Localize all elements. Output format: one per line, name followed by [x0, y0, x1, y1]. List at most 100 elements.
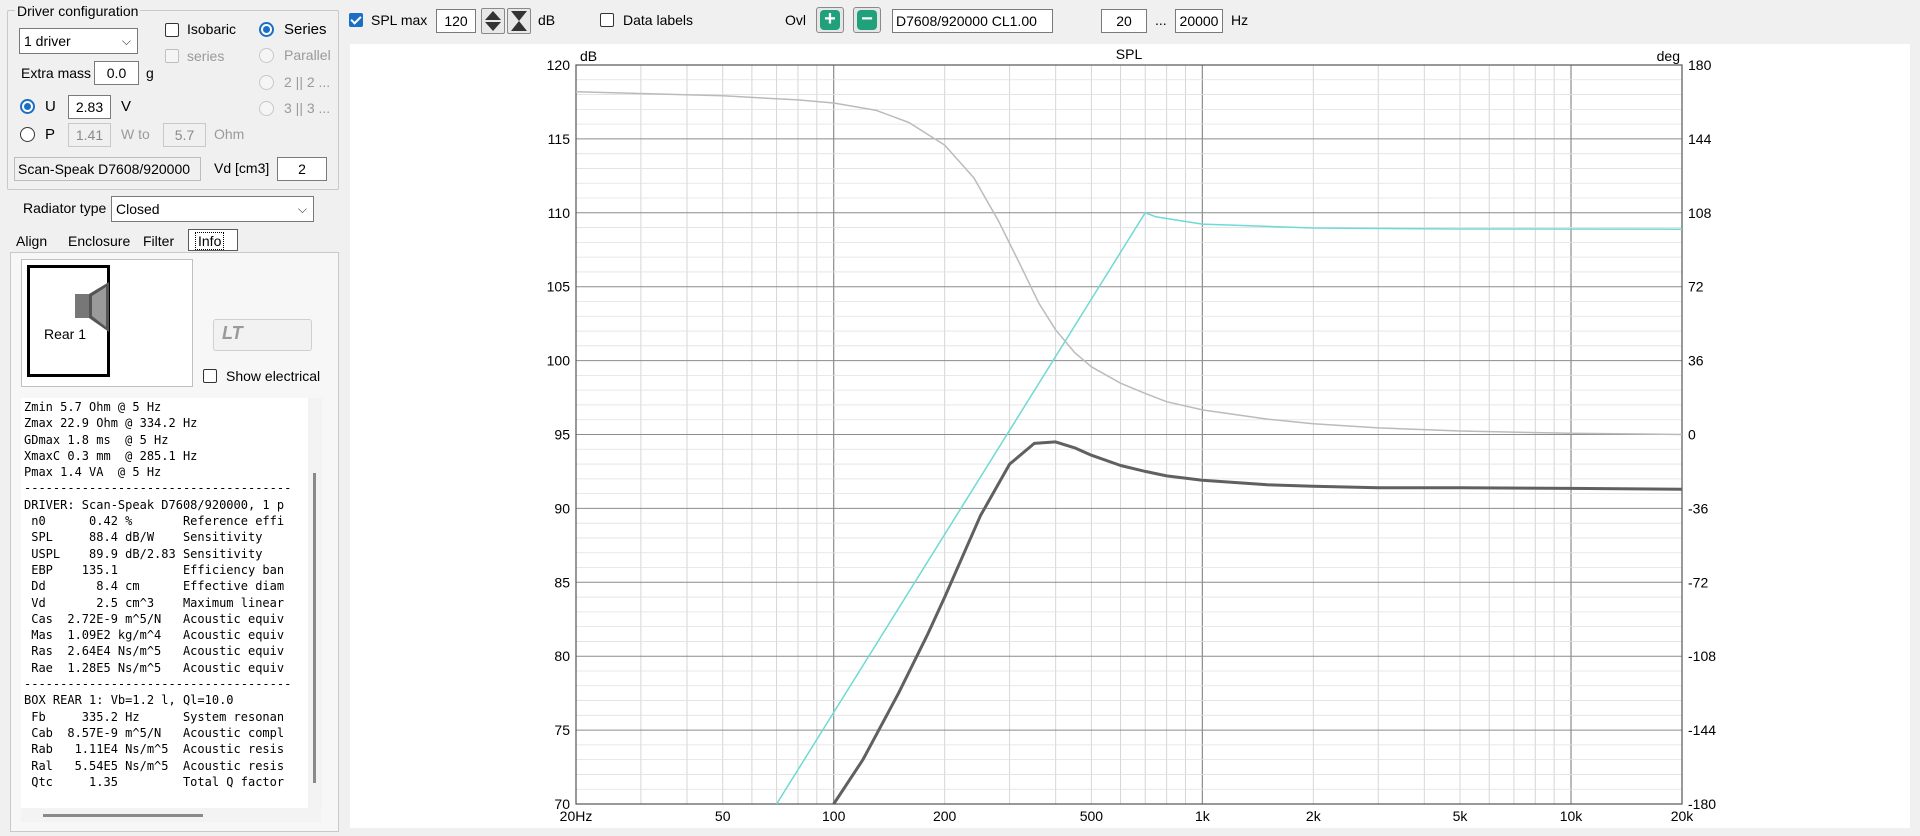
x-tick-label: 2k — [1306, 808, 1322, 824]
splmax-hourglass-button[interactable] — [507, 8, 531, 34]
tab-align[interactable]: Align — [16, 233, 47, 249]
spl-chart[interactable]: 70 75 80 85 90 95 100 105 110 115 120 -180 -144 -108-… — [350, 44, 1910, 828]
y2-tick-label: 180 — [1688, 57, 1712, 73]
freq-max-input[interactable]: 20000 — [1175, 9, 1223, 33]
y-axis-unit-label: dB — [580, 48, 597, 64]
ovl-label: Ovl — [785, 12, 806, 28]
3x3-radio[interactable] — [259, 101, 274, 116]
x-tick-label: 20Hz — [560, 808, 593, 824]
y-tick-label: 115 — [548, 131, 571, 147]
data-labels-label: Data labels — [623, 12, 694, 28]
parallel-label: Parallel — [284, 47, 331, 63]
spl-chart-svg[interactable]: 707580859095100105110115120-180-144-108-… — [350, 44, 1910, 828]
add-overlay-button[interactable]: + — [816, 7, 844, 33]
ltspice-icon: LT — [222, 323, 243, 343]
show-electrical-checkbox[interactable] — [203, 369, 217, 383]
series-line-2 — [575, 90, 1683, 436]
ltspice-button[interactable]: LT — [213, 319, 312, 351]
horizontal-scrollbar-thumb[interactable] — [43, 814, 203, 817]
chevron-down-icon: ⌵ — [121, 34, 131, 48]
minus-icon: − — [857, 9, 877, 30]
overlay-name-field[interactable]: D7608/920000 CL1.00 — [892, 9, 1053, 33]
2x2-radio[interactable] — [259, 75, 274, 90]
tab-enclosure[interactable]: Enclosure — [68, 233, 130, 249]
ohm-unit: Ohm — [214, 126, 245, 142]
ohm-input[interactable]: 5.7 — [163, 123, 206, 147]
splmax-label: SPL max — [371, 12, 428, 28]
radiator-type-value: Closed — [116, 201, 160, 217]
splmax-checkbox[interactable] — [349, 13, 363, 27]
vertical-scrollbar[interactable] — [308, 398, 322, 808]
extra-mass-input[interactable]: 0.0 — [94, 61, 139, 85]
x-tick-label: 500 — [1080, 808, 1104, 824]
isobaric-series-checkbox[interactable] — [165, 49, 179, 63]
series-line-0 — [832, 440, 1683, 805]
radiator-type-label: Radiator type — [23, 200, 107, 216]
parallel-radio[interactable] — [259, 48, 274, 63]
driver-name-field[interactable]: Scan-Speak D7608/920000 — [14, 157, 201, 181]
y-tick-label: 100 — [547, 353, 571, 369]
info-text-output[interactable]: Zmin 5.7 Ohm @ 5 Hz Zmax 22.9 Ohm @ 334.… — [21, 398, 310, 810]
u-input[interactable]: 2.83 — [68, 95, 111, 119]
y-tick-label: 75 — [554, 722, 570, 738]
series-radio[interactable] — [259, 22, 274, 37]
y2-tick-label: -72 — [1688, 574, 1708, 590]
radiator-type-select[interactable]: Closed ⌵ — [111, 196, 314, 222]
x-tick-label: 200 — [933, 808, 957, 824]
isobaric-series-label: series — [187, 48, 225, 64]
vd-label: Vd [cm3] — [214, 160, 270, 176]
splmax-input[interactable]: 120 — [436, 9, 476, 33]
show-electrical-label: Show electrical — [226, 368, 321, 384]
y-tick-label: 120 — [547, 57, 571, 73]
y2-tick-label: -36 — [1688, 500, 1708, 516]
y2-tick-label: -108 — [1688, 648, 1716, 664]
series-label: Series — [284, 21, 327, 38]
y-tick-label: 90 — [554, 500, 570, 516]
hourglass-icon — [511, 11, 527, 31]
horizontal-scrollbar[interactable] — [21, 808, 321, 822]
x-tick-label: 5k — [1453, 808, 1469, 824]
x-tick-label: 50 — [715, 808, 731, 824]
driver-config-title: Driver configuration — [15, 3, 141, 19]
enclosure-diagram[interactable]: Rear 1 — [21, 259, 193, 387]
p-label: P — [45, 126, 56, 143]
y-tick-label: 110 — [548, 205, 571, 221]
isobaric-checkbox[interactable] — [165, 23, 179, 37]
y2-tick-label: 144 — [1688, 131, 1712, 147]
driver-count-select[interactable]: 1 driver ⌵ — [19, 28, 138, 54]
chart-title: SPL — [1116, 46, 1143, 62]
data-labels-checkbox[interactable] — [600, 13, 614, 27]
y-tick-label: 95 — [554, 427, 570, 443]
driver-count-value: 1 driver — [24, 33, 71, 49]
freq-min-input[interactable]: 20 — [1101, 9, 1147, 33]
tab-info[interactable]: Info — [188, 229, 238, 251]
p-radio[interactable] — [20, 127, 35, 142]
extra-mass-unit: g — [146, 65, 154, 81]
up-down-arrow-icon — [485, 11, 501, 31]
remove-overlay-button[interactable]: − — [853, 7, 881, 33]
u-label: U — [45, 98, 56, 115]
rear-label: Rear 1 — [44, 326, 87, 342]
w-to-label: W to — [121, 126, 150, 142]
tab-info-label: Info — [195, 232, 225, 250]
2x2-label: 2 || 2 ... — [284, 74, 331, 90]
plus-icon: + — [820, 9, 840, 30]
splmax-spin-button[interactable] — [481, 8, 505, 34]
y2-tick-label: 36 — [1688, 353, 1704, 369]
vertical-scrollbar-thumb[interactable] — [313, 473, 316, 783]
u-radio[interactable] — [20, 99, 35, 114]
tab-filter[interactable]: Filter — [143, 233, 174, 249]
x-tick-label: 1k — [1195, 808, 1211, 824]
splmax-unit: dB — [538, 12, 556, 28]
isobaric-label: Isobaric — [187, 21, 237, 37]
y2-tick-label: 72 — [1688, 279, 1704, 295]
x-tick-label: 20k — [1671, 808, 1695, 824]
p-input[interactable]: 1.41 — [68, 123, 111, 147]
extra-mass-label: Extra mass — [21, 65, 92, 81]
y2-axis-unit-label: deg — [1657, 48, 1680, 64]
vd-input[interactable]: 2 — [277, 157, 327, 181]
freq-range-separator: ... — [1155, 12, 1167, 28]
chevron-down-icon: ⌵ — [297, 202, 307, 216]
3x3-label: 3 || 3 ... — [284, 100, 331, 116]
y2-tick-label: 0 — [1688, 427, 1696, 443]
